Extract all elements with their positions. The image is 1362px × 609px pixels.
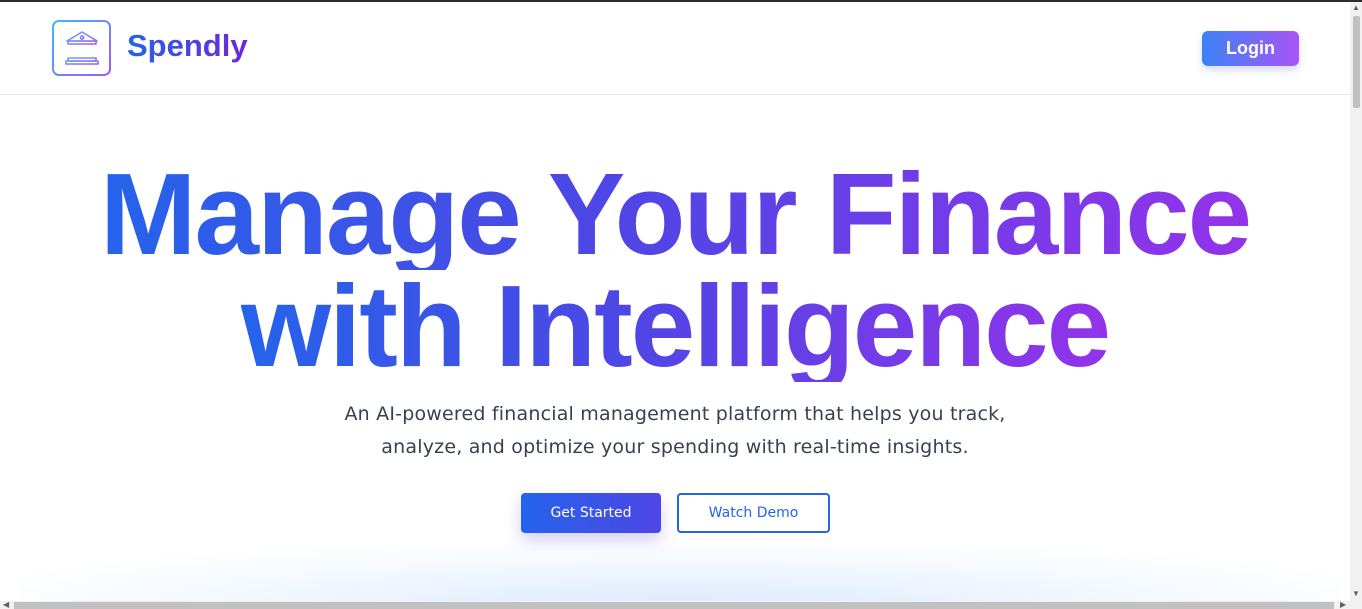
logo[interactable]	[52, 20, 111, 76]
bank-building-icon	[64, 31, 99, 65]
scroll-up-arrow-icon[interactable]: ▲	[1352, 4, 1360, 12]
hero-title-line-2: with Intelligence	[240, 261, 1111, 391]
hero-preview-glow	[20, 545, 1340, 605]
login-button[interactable]: Login	[1202, 31, 1299, 66]
vertical-scrollbar[interactable]: ▲ ▼	[1350, 2, 1362, 601]
hero-subtitle-line-2: analyze, and optimize your spending with…	[381, 436, 969, 458]
hero-subtitle: An AI-powered financial management platf…	[300, 398, 1050, 464]
vertical-scrollbar-thumb[interactable]	[1353, 16, 1360, 108]
scroll-down-arrow-icon[interactable]: ▼	[1352, 590, 1360, 598]
hero-title-line-1: Manage Your Finance	[99, 149, 1252, 279]
site-header: Spendly Login	[0, 2, 1350, 95]
scroll-right-arrow-icon[interactable]: ▶	[1340, 601, 1346, 609]
get-started-button[interactable]: Get Started	[521, 493, 661, 533]
brand-name[interactable]: Spendly	[127, 28, 248, 64]
hero-title: Manage Your Finance with Intelligence	[0, 149, 1350, 391]
horizontal-scrollbar-thumb[interactable]	[14, 602, 1334, 609]
hero-subtitle-line-1: An AI-powered financial management platf…	[344, 403, 1006, 425]
scroll-left-arrow-icon[interactable]: ◀	[3, 601, 9, 609]
watch-demo-button[interactable]: Watch Demo	[677, 493, 830, 533]
horizontal-scrollbar[interactable]: ◀ ▶	[0, 601, 1362, 609]
